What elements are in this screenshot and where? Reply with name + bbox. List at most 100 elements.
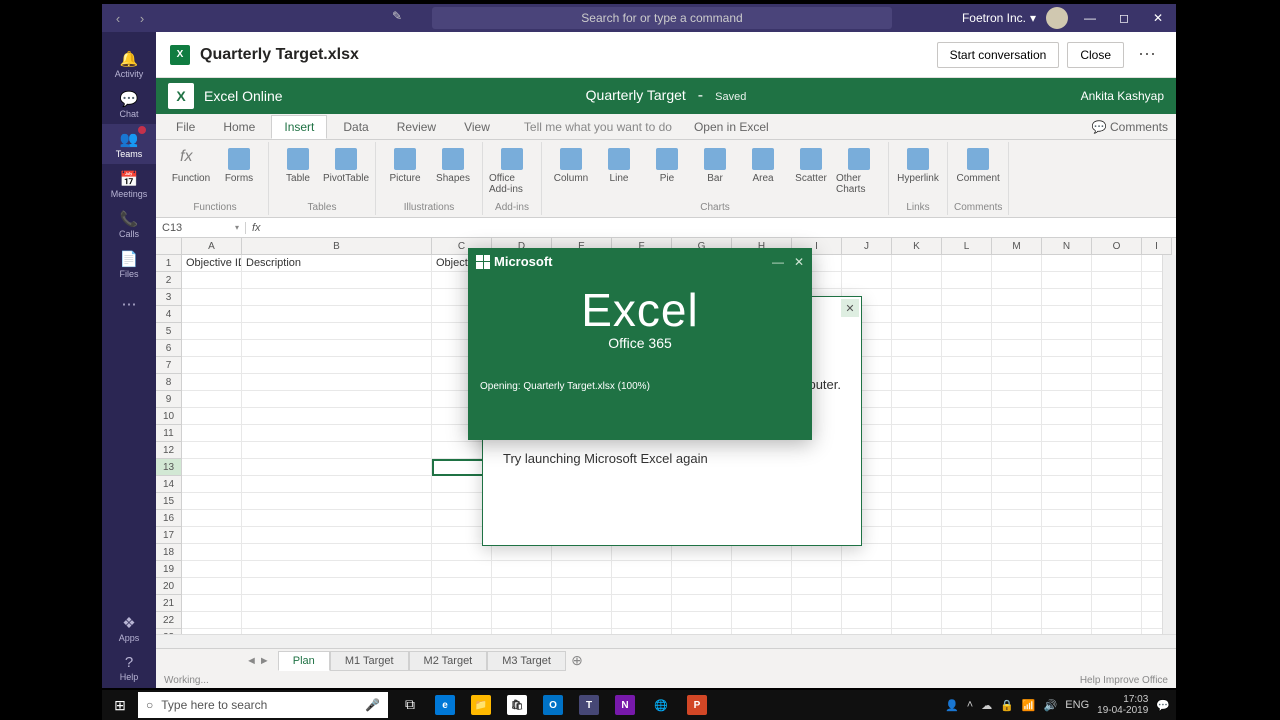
cell[interactable] <box>182 340 242 357</box>
cell[interactable] <box>732 544 792 561</box>
cell[interactable] <box>182 578 242 595</box>
cell[interactable] <box>1092 493 1142 510</box>
cell[interactable] <box>182 612 242 629</box>
maximize-button[interactable]: ◻ <box>1112 6 1136 30</box>
cell[interactable] <box>612 595 672 612</box>
cell[interactable] <box>942 442 992 459</box>
rail-more[interactable]: ⋯ <box>102 284 156 324</box>
tray-lock-icon[interactable]: 🔒 <box>1000 699 1014 712</box>
back-button[interactable]: ‹ <box>108 8 128 28</box>
col-header[interactable]: L <box>942 238 992 255</box>
cell[interactable] <box>942 340 992 357</box>
sheet-tab-plan[interactable]: Plan <box>278 651 330 671</box>
cell[interactable] <box>612 578 672 595</box>
cell[interactable] <box>1092 408 1142 425</box>
cell[interactable] <box>432 578 492 595</box>
start-button[interactable]: ⊞ <box>102 697 138 714</box>
cell[interactable] <box>492 578 552 595</box>
cell[interactable] <box>1042 255 1092 272</box>
row-header[interactable]: 3 <box>156 289 182 306</box>
cell[interactable] <box>992 272 1042 289</box>
cell[interactable] <box>672 629 732 634</box>
cell[interactable] <box>612 629 672 634</box>
row-header[interactable]: 7 <box>156 357 182 374</box>
cell[interactable] <box>1042 629 1092 634</box>
cell[interactable] <box>182 442 242 459</box>
cell[interactable] <box>992 425 1042 442</box>
cell[interactable] <box>1092 391 1142 408</box>
cell[interactable] <box>182 459 242 476</box>
row-header[interactable]: 23 <box>156 629 182 634</box>
cell[interactable] <box>1092 544 1142 561</box>
cell[interactable] <box>182 561 242 578</box>
row-header[interactable]: 2 <box>156 272 182 289</box>
cell[interactable] <box>1042 306 1092 323</box>
cell[interactable] <box>182 629 242 634</box>
cell[interactable] <box>892 425 942 442</box>
cell[interactable] <box>1092 306 1142 323</box>
cell[interactable] <box>992 408 1042 425</box>
cell[interactable] <box>1092 629 1142 634</box>
more-options-icon[interactable]: ⋯ <box>1132 44 1162 65</box>
row-header[interactable]: 22 <box>156 612 182 629</box>
cell[interactable] <box>242 544 432 561</box>
cell[interactable] <box>892 272 942 289</box>
cell[interactable] <box>242 595 432 612</box>
cell[interactable] <box>182 493 242 510</box>
col-header[interactable]: M <box>992 238 1042 255</box>
cell[interactable] <box>242 459 432 476</box>
cell[interactable] <box>1092 476 1142 493</box>
cell[interactable] <box>242 425 432 442</box>
cell[interactable] <box>842 561 892 578</box>
cell[interactable] <box>242 272 432 289</box>
cell[interactable] <box>672 561 732 578</box>
cell[interactable] <box>182 374 242 391</box>
rail-meetings[interactable]: 📅Meetings <box>102 164 156 204</box>
row-header[interactable]: 15 <box>156 493 182 510</box>
cell[interactable] <box>892 255 942 272</box>
cell[interactable] <box>242 391 432 408</box>
cell[interactable] <box>242 289 432 306</box>
cell[interactable] <box>182 527 242 544</box>
cell[interactable] <box>892 544 942 561</box>
taskbar-search[interactable]: ○ Type here to search 🎤 <box>138 692 388 718</box>
rail-files[interactable]: 📄Files <box>102 244 156 284</box>
avatar[interactable] <box>1046 7 1068 29</box>
taskbar-edge[interactable]: e <box>435 695 455 715</box>
cell[interactable] <box>942 561 992 578</box>
cell[interactable] <box>892 442 942 459</box>
cell[interactable] <box>1042 289 1092 306</box>
cell[interactable] <box>242 340 432 357</box>
cell[interactable] <box>1092 323 1142 340</box>
cell[interactable] <box>892 476 942 493</box>
add-sheet-button[interactable]: ⊕ <box>566 652 588 669</box>
cell[interactable] <box>552 595 612 612</box>
cell[interactable] <box>1092 340 1142 357</box>
cell[interactable] <box>892 289 942 306</box>
cell[interactable] <box>242 306 432 323</box>
splash-close-icon[interactable]: ✕ <box>794 255 804 269</box>
cell[interactable] <box>942 459 992 476</box>
row-header[interactable]: 14 <box>156 476 182 493</box>
cell[interactable] <box>1092 578 1142 595</box>
cell[interactable] <box>792 561 842 578</box>
tray-wifi-icon[interactable]: 📶 <box>1022 699 1036 712</box>
cell[interactable] <box>182 272 242 289</box>
comments-button[interactable]: 💬 Comments <box>1092 120 1168 134</box>
taskbar-outlook[interactable]: O <box>543 695 563 715</box>
cell[interactable] <box>892 578 942 595</box>
cell[interactable] <box>992 510 1042 527</box>
cell[interactable] <box>552 544 612 561</box>
row-header[interactable]: 10 <box>156 408 182 425</box>
cell[interactable] <box>672 544 732 561</box>
ribbon-column[interactable]: Column <box>548 146 594 184</box>
cell[interactable] <box>942 493 992 510</box>
cell[interactable] <box>182 510 242 527</box>
cell[interactable] <box>892 374 942 391</box>
menu-insert[interactable]: Insert <box>271 115 327 139</box>
cell[interactable] <box>1042 357 1092 374</box>
cell[interactable] <box>942 289 992 306</box>
cell[interactable] <box>492 544 552 561</box>
cell[interactable] <box>242 578 432 595</box>
ribbon-shapes[interactable]: Shapes <box>430 146 476 184</box>
